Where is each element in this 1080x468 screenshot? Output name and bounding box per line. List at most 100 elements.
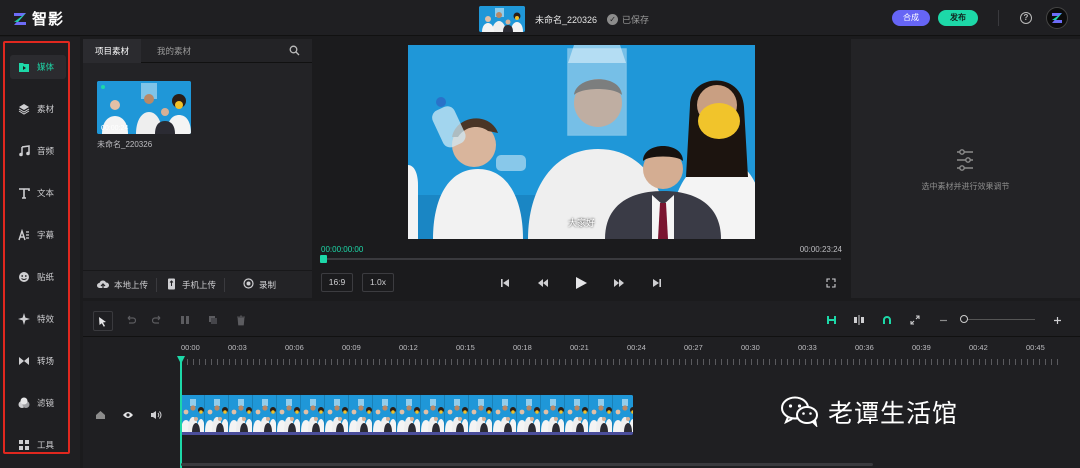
search-icon[interactable] xyxy=(289,45,300,58)
ruler-tick: 00:33 xyxy=(798,343,817,352)
ruler-tick: 00:24 xyxy=(627,343,646,352)
clip-frame xyxy=(565,395,589,432)
magnet-icon[interactable] xyxy=(880,313,894,327)
zoom-slider-handle[interactable] xyxy=(960,315,968,323)
music-icon xyxy=(18,145,30,157)
help-icon[interactable]: ? xyxy=(1020,12,1032,24)
watermark-text: 老谭生活馆 xyxy=(828,399,959,428)
skip-end-icon[interactable] xyxy=(649,275,665,291)
asset-name: 未命名_220326 xyxy=(97,140,153,149)
sidebar-item-effects[interactable]: 特效 xyxy=(10,307,66,331)
ruler-tick: 00:30 xyxy=(741,343,760,352)
sparkle-icon xyxy=(18,313,30,325)
clip-frame xyxy=(229,395,253,432)
avatar[interactable] xyxy=(1046,7,1068,29)
ruler-tick: 00:03 xyxy=(228,343,247,352)
tools-icon xyxy=(18,439,30,451)
skip-start-icon[interactable] xyxy=(497,275,513,291)
ruler-tick: 00:42 xyxy=(969,343,988,352)
sidebar-item-sticker[interactable]: 贴纸 xyxy=(10,265,66,289)
redo-icon[interactable] xyxy=(150,313,164,327)
record-button[interactable]: 录制 xyxy=(225,278,284,291)
adjust-sliders-icon xyxy=(955,149,975,173)
track-link-icon[interactable] xyxy=(852,313,866,327)
upload-bar: 本地上传 手机上传 录制 xyxy=(83,270,312,298)
timeline-toolbar xyxy=(83,301,1080,337)
sidebar-item-text[interactable]: 文本 xyxy=(10,181,66,205)
fullscreen-icon[interactable] xyxy=(823,275,839,291)
sidebar-item-materials[interactable]: 素材 xyxy=(10,97,66,121)
zoom-out-icon[interactable] xyxy=(936,313,950,327)
upload-phone-button[interactable]: 手机上传 xyxy=(157,278,224,292)
sidebar-item-tools[interactable]: 工具 xyxy=(10,433,66,457)
clip-frame xyxy=(517,395,541,432)
tab-my-assets[interactable]: 我的素材 xyxy=(145,39,203,63)
zoom-slider-track[interactable] xyxy=(963,319,1035,320)
rewind-icon[interactable] xyxy=(535,275,551,291)
zoom-in-icon[interactable] xyxy=(1050,313,1064,327)
lock-track-icon[interactable] xyxy=(94,409,106,421)
sidebar-item-subtitle[interactable]: 字幕 xyxy=(10,223,66,247)
copy-icon[interactable] xyxy=(206,313,220,327)
aspect-ratio-select[interactable]: 16:9 xyxy=(321,273,353,292)
clip-frame xyxy=(349,395,373,432)
properties-panel: 选中素材并进行效果调节 xyxy=(851,39,1080,298)
publish-button[interactable]: 发布 xyxy=(938,10,978,26)
tab-project-assets[interactable]: 项目素材 xyxy=(83,39,142,63)
check-icon: ✓ xyxy=(607,13,619,25)
divider xyxy=(998,10,999,26)
undo-icon[interactable] xyxy=(123,313,137,327)
media-tabs: 项目素材 我的素材 xyxy=(83,39,312,63)
record-icon xyxy=(243,278,254,291)
logo-icon xyxy=(14,12,26,25)
fit-zoom-icon[interactable] xyxy=(908,313,922,327)
video-preview[interactable]: 大家好 xyxy=(408,45,755,239)
save-status: ✓ 已保存 xyxy=(607,13,649,26)
magnet-snap-icon[interactable] xyxy=(824,313,838,327)
split-icon[interactable] xyxy=(178,313,192,327)
progress-track[interactable] xyxy=(323,258,841,260)
ruler-marks xyxy=(181,359,1061,365)
sidebar-item-filter[interactable]: 滤镜 xyxy=(10,391,66,415)
play-icon[interactable] xyxy=(573,275,589,291)
select-cursor-icon[interactable] xyxy=(93,311,113,331)
clip-frame xyxy=(421,395,445,432)
sidebar-item-label: 文本 xyxy=(37,188,55,198)
eye-icon[interactable] xyxy=(122,409,134,421)
horizontal-scrollbar[interactable] xyxy=(181,463,873,466)
upload-local-button[interactable]: 本地上传 xyxy=(83,279,156,291)
project-title[interactable]: 未命名_220326 xyxy=(535,13,597,26)
delete-icon[interactable] xyxy=(234,313,248,327)
sidebar-item-transition[interactable]: 转场 xyxy=(10,349,66,373)
project-thumbnail[interactable] xyxy=(479,6,525,32)
sidebar-item-audio[interactable]: 音频 xyxy=(10,139,66,163)
ruler-tick: 00:09 xyxy=(342,343,361,352)
progress-handle[interactable] xyxy=(320,255,327,263)
top-bar: 智影 未命名_220326 ✓ 已保存 合成 发布 ? xyxy=(0,0,1080,36)
clip-frame xyxy=(373,395,397,432)
compose-button[interactable]: 合成 xyxy=(892,10,930,26)
playhead[interactable] xyxy=(180,356,182,468)
app-logo[interactable]: 智影 xyxy=(12,8,64,29)
ruler-tick: 00:00 xyxy=(181,343,200,352)
sidebar-item-label: 滤镜 xyxy=(37,398,55,408)
volume-icon[interactable] xyxy=(150,409,162,421)
sidebar-item-label: 工具 xyxy=(37,440,55,450)
asset-card[interactable]: 00:00:24 未命名_220326 xyxy=(97,81,191,150)
text-icon xyxy=(18,187,30,199)
ruler-tick: 00:21 xyxy=(570,343,589,352)
project-info: 未命名_220326 ✓ 已保存 xyxy=(479,6,649,32)
filter-icon xyxy=(18,397,30,409)
asset-thumbnail[interactable]: 00:00:24 xyxy=(97,81,191,134)
clip-frame xyxy=(301,395,325,432)
save-status-text: 已保存 xyxy=(622,14,650,25)
media-panel: 项目素材 我的素材 00:00:24 未命名_220326 本地上传 手机上传 … xyxy=(83,39,312,298)
sidebar-item-media[interactable]: 媒体 xyxy=(10,55,66,79)
transition-icon xyxy=(18,355,30,367)
video-clip[interactable] xyxy=(181,395,633,435)
clip-frame xyxy=(613,395,633,432)
fast-forward-icon[interactable] xyxy=(611,275,627,291)
media-icon xyxy=(18,61,30,73)
subtitle-text: 大家好 xyxy=(567,218,595,228)
speed-select[interactable]: 1.0x xyxy=(362,273,394,292)
